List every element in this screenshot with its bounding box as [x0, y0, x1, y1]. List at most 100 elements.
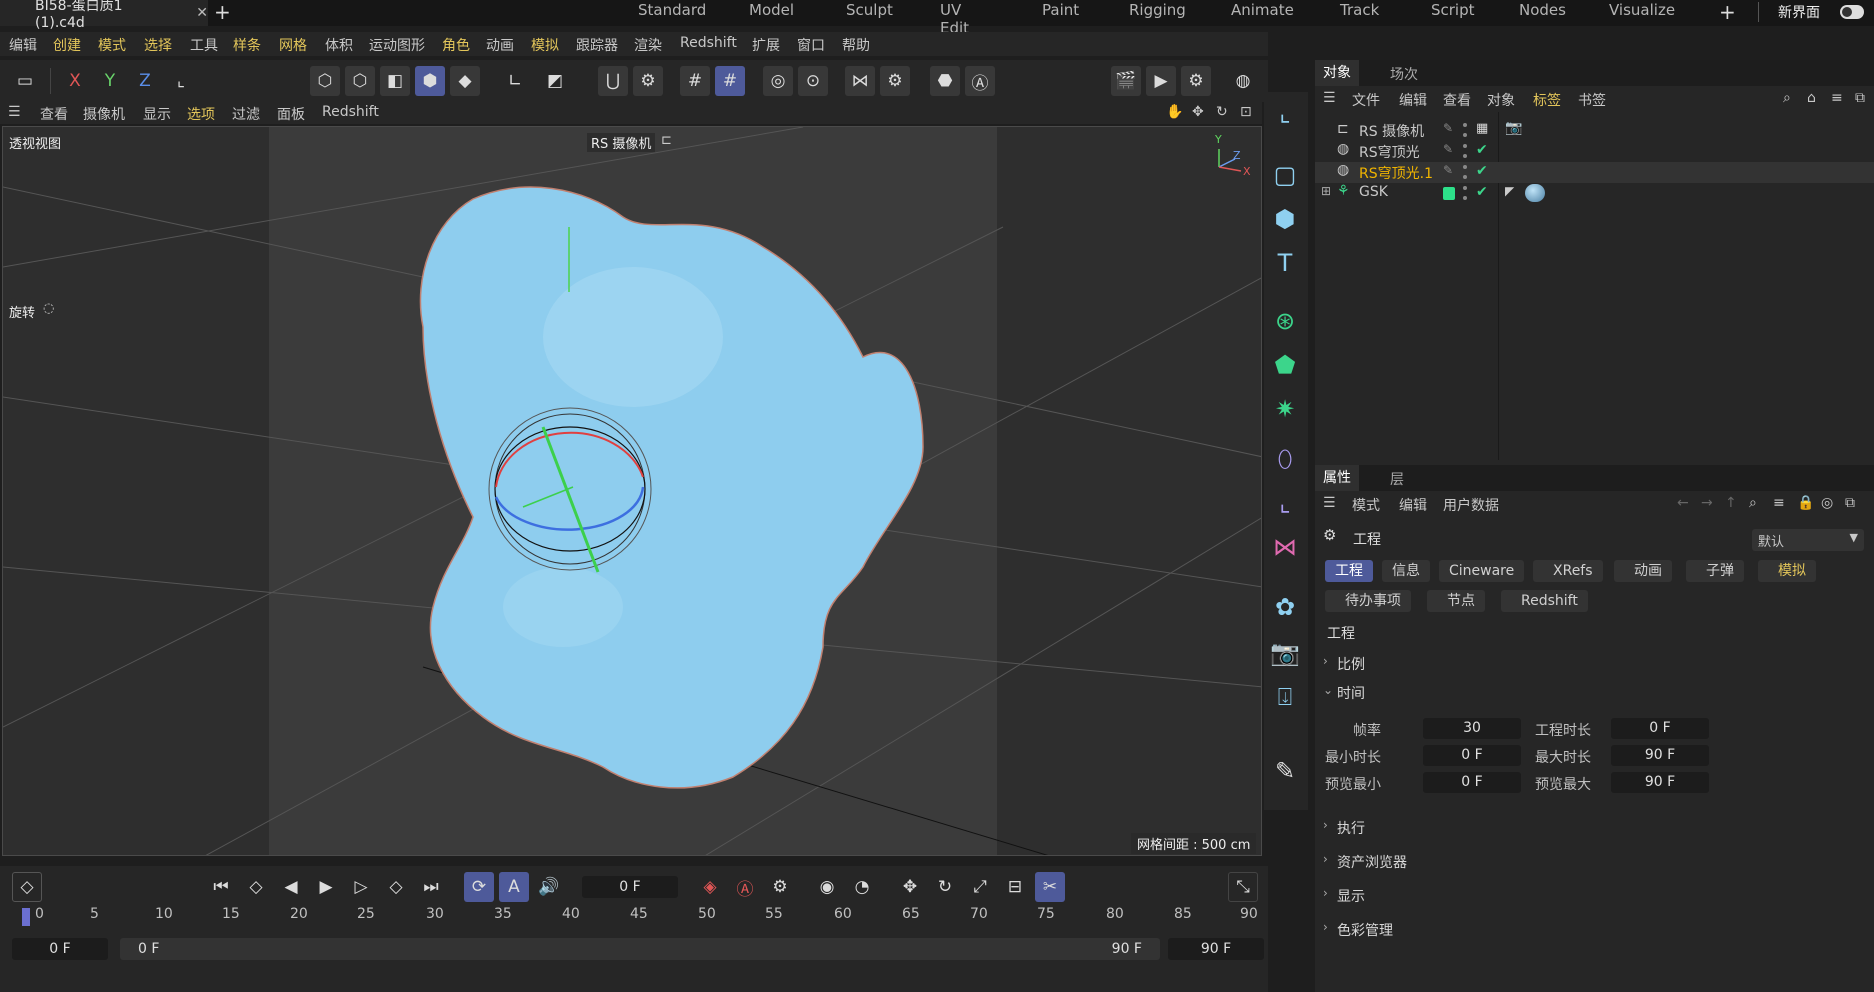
tab-animation[interactable]: 动画 [1614, 560, 1672, 582]
soft-selection-icon[interactable]: ◎ [763, 66, 793, 96]
key-pla-icon[interactable]: ✂ [1035, 872, 1065, 902]
edit-toggle-icon[interactable]: ✎ [1443, 142, 1453, 156]
filter-icon[interactable]: ≡ [1773, 495, 1785, 511]
vp-menu-camera[interactable]: 摄像机 [83, 104, 125, 124]
edit-brush-icon[interactable]: ✎ [1268, 754, 1302, 788]
menu-redshift[interactable]: Redshift [680, 35, 737, 51]
x-axis-toggle[interactable]: X [60, 66, 90, 96]
om-menu-tags[interactable]: 标签 [1533, 90, 1561, 110]
om-menu-edit[interactable]: 编辑 [1399, 90, 1427, 110]
loop-icon[interactable]: ⟳ [464, 872, 494, 902]
menu-simulate[interactable]: 模拟 [531, 35, 559, 55]
symmetry-icon[interactable]: ⋈ [845, 66, 875, 96]
camera-tag-icon[interactable]: 📷 [1505, 120, 1522, 136]
keyframe-diamond-icon[interactable]: ◇ [12, 872, 42, 902]
model-mode-icon[interactable]: ⬢ [415, 66, 445, 96]
next-key-icon[interactable]: ◇ [381, 872, 411, 902]
menu-help[interactable]: 帮助 [842, 35, 870, 55]
tab-redshift[interactable]: Redshift [1501, 590, 1588, 612]
project-length-field[interactable]: 0 F [1611, 718, 1709, 739]
menu-extensions[interactable]: 扩展 [752, 35, 780, 55]
layer-color-swatch[interactable] [1443, 187, 1455, 200]
menu-character[interactable]: 角色 [442, 35, 470, 55]
auto-key-icon[interactable]: Ⓐ [965, 66, 995, 96]
layout-paint[interactable]: Paint [1042, 1, 1079, 19]
layout-script[interactable]: Script [1431, 1, 1475, 19]
points-mode-icon[interactable]: ⬡ [310, 66, 340, 96]
auto-key-icon[interactable]: Ⓐ [730, 872, 760, 902]
vp-menu-display[interactable]: 显示 [143, 104, 171, 124]
menu-tools[interactable]: 工具 [190, 35, 218, 55]
current-frame-field[interactable]: 0 F [582, 876, 678, 898]
play-icon[interactable]: ▶ [311, 872, 341, 902]
enabled-check-icon[interactable]: ✔ [1476, 184, 1488, 200]
fps-field[interactable]: 30 [1423, 718, 1521, 739]
visibility-dots[interactable] [1463, 144, 1467, 158]
y-axis-toggle[interactable]: Y [95, 66, 125, 96]
tab-todo[interactable]: 待办事项 [1325, 590, 1411, 612]
menu-select[interactable]: 选择 [144, 35, 172, 55]
chevron-down-icon[interactable]: ⌄ [1323, 683, 1333, 697]
undo-box-icon[interactable]: ▭ [10, 66, 40, 96]
visibility-dots[interactable] [1463, 165, 1467, 179]
layout-track[interactable]: Track [1340, 1, 1379, 19]
chevron-right-icon[interactable]: › [1323, 654, 1328, 668]
motion-record-icon[interactable]: ◔ [847, 872, 877, 902]
list-item[interactable]: ◍ RS穹顶光.1 ✎ ✔ [1315, 162, 1874, 183]
new-tab-plus-icon[interactable]: + [214, 2, 231, 22]
render-camera-icon[interactable]: 📷 [1268, 636, 1302, 670]
new-window-icon[interactable]: ⧉ [1855, 90, 1865, 106]
forward-arrow-icon[interactable]: → [1701, 495, 1713, 511]
menu-create[interactable]: 创建 [53, 35, 81, 55]
snap-settings-icon[interactable]: ⚙ [633, 66, 663, 96]
text-icon[interactable]: T [1268, 246, 1302, 280]
object-mode-icon[interactable]: ◆ [450, 66, 480, 96]
preview-max-field[interactable]: 90 F [1611, 772, 1709, 793]
am-menu-mode[interactable]: 模式 [1352, 495, 1380, 515]
new-window-icon[interactable]: ⧉ [1845, 495, 1855, 511]
menu-animation[interactable]: 动画 [486, 35, 514, 55]
next-frame-icon[interactable]: ▷ [346, 872, 376, 902]
rotate-view-icon[interactable]: ↻ [1216, 104, 1228, 120]
list-item[interactable]: ◍ RS穹顶光 ✎ ✔ [1315, 141, 1874, 162]
symmetry-settings-icon[interactable]: ⚙ [880, 66, 910, 96]
om-menu-file[interactable]: 文件 [1352, 90, 1380, 110]
search-icon[interactable]: ⌕ [1783, 90, 1791, 106]
prev-frame-icon[interactable]: ◀ [276, 872, 306, 902]
start-frame-field[interactable]: 0 F [12, 938, 108, 960]
key-settings-icon[interactable]: ⚙ [765, 872, 795, 902]
group-asset-browser[interactable]: 资产浏览器 [1337, 852, 1407, 872]
menu-mesh[interactable]: 网格 [279, 35, 307, 55]
toggle-switch[interactable] [1840, 5, 1864, 19]
camera-link-icon[interactable]: ⊏ [661, 133, 672, 148]
close-icon[interactable]: ✕ [196, 5, 208, 21]
max-time-field[interactable]: 90 F [1611, 745, 1709, 766]
min-time-field[interactable]: 0 F [1423, 745, 1521, 766]
tab-cineware[interactable]: Cineware [1439, 560, 1525, 582]
interpolation-icon[interactable]: A [499, 872, 529, 902]
vp-menu-panel[interactable]: 面板 [277, 104, 305, 124]
grid-icon[interactable]: # [680, 66, 710, 96]
menu-render[interactable]: 渲染 [634, 35, 662, 55]
deformer-icon[interactable]: ⬯ [1268, 442, 1302, 476]
scene-environment-icon[interactable]: ✿ [1268, 590, 1302, 624]
sound-icon[interactable]: 🔊 [534, 872, 564, 902]
am-menu-edit[interactable]: 编辑 [1399, 495, 1427, 515]
menu-mode[interactable]: 模式 [98, 35, 126, 55]
add-layout-plus-icon[interactable]: + [1719, 2, 1736, 22]
hamburger-icon[interactable]: ☰ [1323, 495, 1336, 511]
layout-standard[interactable]: Standard [638, 1, 706, 19]
menu-edit[interactable]: 编辑 [9, 35, 37, 55]
vp-menu-options[interactable]: 选项 [187, 104, 215, 124]
expand-icon[interactable]: ⊞ [1321, 184, 1331, 198]
hamburger-icon[interactable]: ☰ [1323, 90, 1336, 106]
phong-tag-icon[interactable]: ◤ [1505, 184, 1514, 198]
preset-dropdown[interactable]: 默认 ▼ [1752, 529, 1864, 551]
tab-attributes[interactable]: 属性 [1315, 465, 1359, 491]
filter-icon[interactable]: ≡ [1831, 90, 1843, 106]
record-icon[interactable]: ◈ [695, 872, 725, 902]
enabled-check-icon[interactable]: ✔ [1476, 142, 1488, 158]
polygons-mode-icon[interactable]: ◧ [380, 66, 410, 96]
go-to-end-icon[interactable]: ⏭ [416, 872, 446, 902]
hamburger-icon[interactable]: ☰ [8, 104, 21, 120]
